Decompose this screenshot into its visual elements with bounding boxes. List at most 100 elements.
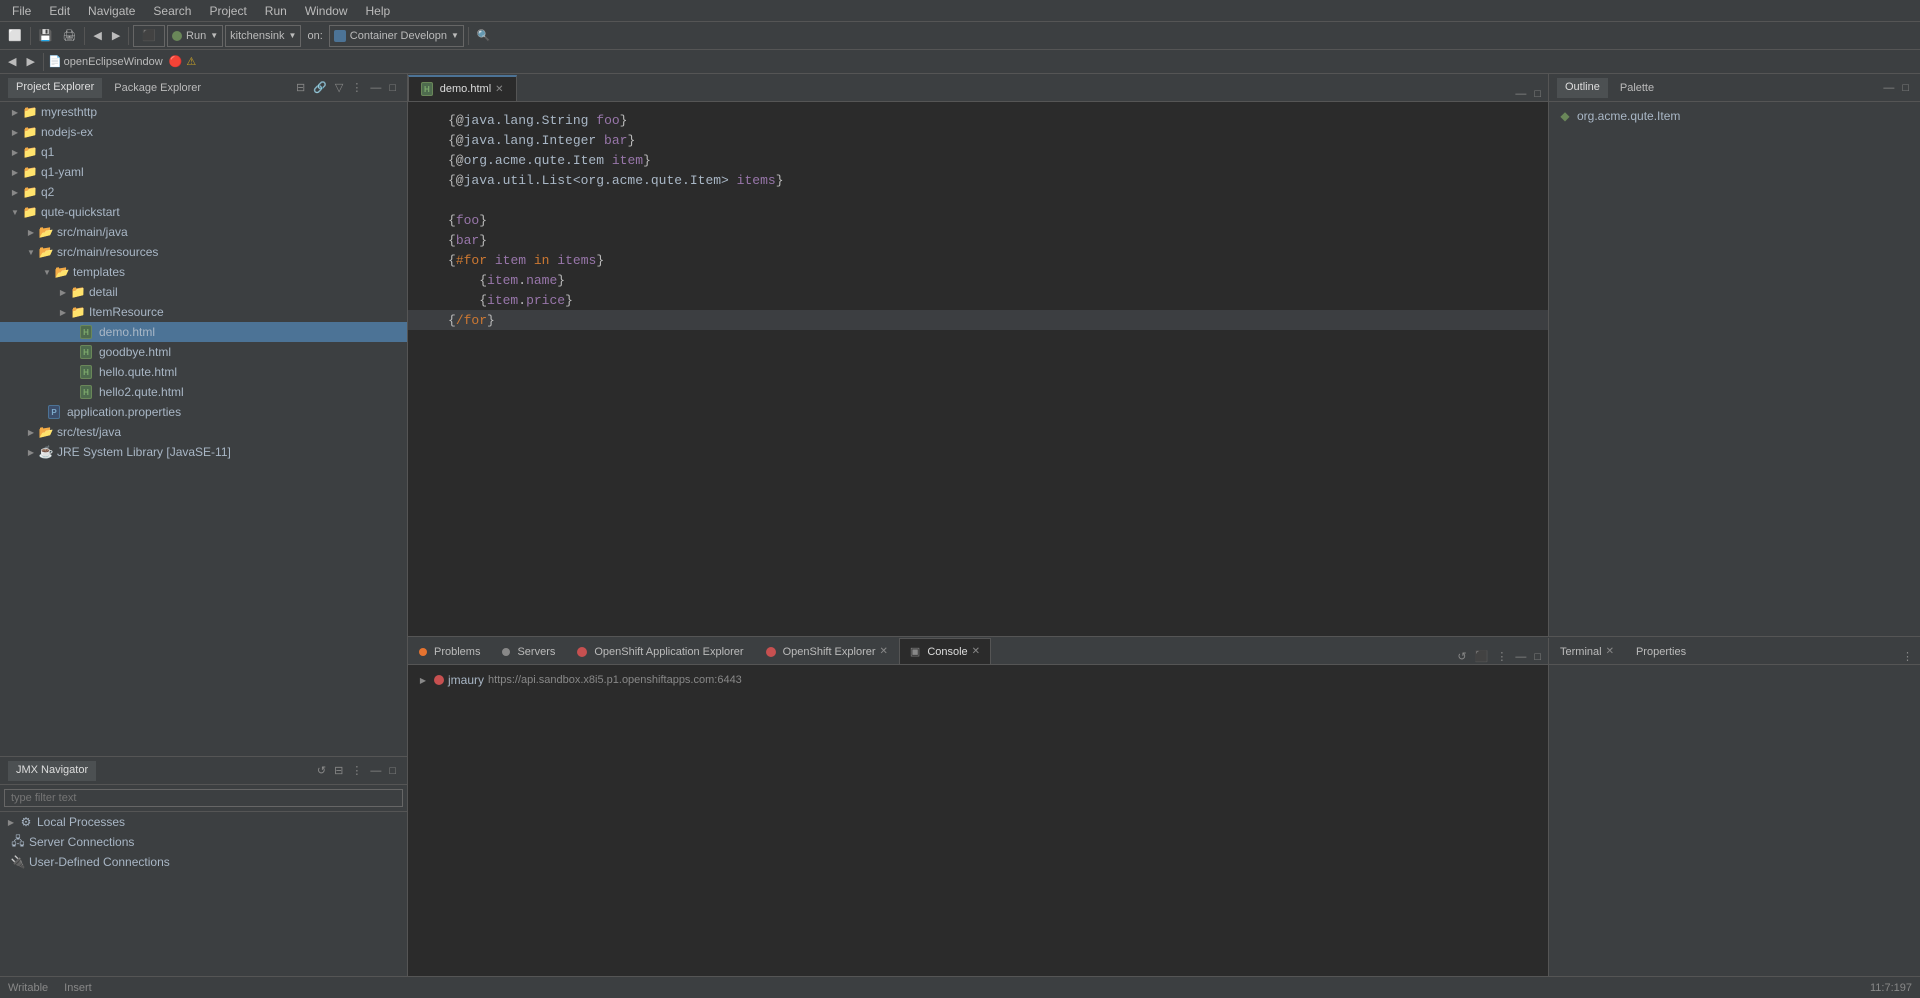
container-combo[interactable]: Container Developn ▼ — [329, 25, 464, 47]
tab-jmx-navigator[interactable]: JMX Navigator — [8, 761, 96, 781]
class-icon: ◆ — [1557, 108, 1573, 124]
bottom-maximize-btn[interactable]: □ — [1531, 650, 1544, 664]
filter-btn[interactable]: ▽ — [332, 80, 346, 95]
jmx-filter-input[interactable] — [4, 789, 403, 807]
code-line-8: {#for item in items} — [408, 250, 1548, 270]
menu-file[interactable]: File — [4, 2, 39, 20]
arrow-jre — [24, 447, 38, 457]
menu-help[interactable]: Help — [358, 2, 399, 20]
tab-demo-html[interactable]: H demo.html ✕ — [408, 75, 517, 101]
outline-item-class[interactable]: ◆ org.acme.qute.Item — [1549, 106, 1920, 126]
tree-item-app-properties[interactable]: P application.properties — [0, 402, 407, 422]
code-line-9: {item.name} — [408, 270, 1548, 290]
folder-icon-q2: 📁 — [22, 184, 38, 200]
terminal-icons-btn[interactable]: ⋮ — [1899, 649, 1916, 664]
console-item-jmaury[interactable]: jmaury https://api.sandbox.x8i5.p1.opens… — [408, 669, 1548, 691]
bottom-stop-btn[interactable]: ⬛ — [1472, 649, 1492, 664]
run-indicator — [172, 31, 182, 41]
editor-code-area[interactable]: {@java.lang.String foo} {@java.lang.Inte… — [408, 102, 1548, 636]
code-text-9: {item.name} — [448, 273, 565, 288]
tree-item-q1[interactable]: 📁 q1 — [0, 142, 407, 162]
openshift-tab-close[interactable]: ✕ — [880, 646, 888, 657]
bottom-more-btn[interactable]: ⋮ — [1493, 649, 1510, 664]
tree-item-goodbye-html[interactable]: H goodbye.html — [0, 342, 407, 362]
tree-item-qute[interactable]: 📁 qute-quickstart — [0, 202, 407, 222]
nav-back-btn[interactable]: ◀ — [4, 51, 20, 73]
arrow-src-test-java — [24, 427, 38, 437]
tree-item-nodejs[interactable]: 📁 nodejs-ex — [0, 122, 407, 142]
jmx-item-user-defined[interactable]: 🔌 User-Defined Connections — [0, 852, 407, 872]
html-icon-demo: H — [78, 324, 94, 340]
tab-package-explorer[interactable]: Package Explorer — [106, 79, 209, 97]
chevron-down-icon: ▼ — [210, 31, 218, 40]
menu-edit[interactable]: Edit — [41, 2, 78, 20]
tree-item-hello2-qute-html[interactable]: H hello2.qute.html — [0, 382, 407, 402]
menu-project[interactable]: Project — [201, 2, 254, 20]
toolbar-sep-1 — [30, 27, 31, 45]
jmx-item-server-connections[interactable]: 🖧 Server Connections — [0, 832, 407, 852]
menu-search[interactable]: Search — [145, 2, 199, 20]
tree-item-demo-html[interactable]: H demo.html — [0, 322, 407, 342]
run-config-combo[interactable]: Run ▼ — [167, 25, 223, 47]
tree-item-q1yaml[interactable]: 📁 q1-yaml — [0, 162, 407, 182]
tab-console[interactable]: ▣ Console ✕ — [899, 638, 991, 664]
outline-maximize-btn[interactable]: □ — [1899, 81, 1912, 95]
tree-item-templates[interactable]: 📂 templates — [0, 262, 407, 282]
toolbar-fwd-btn[interactable]: ▶ — [108, 25, 124, 47]
maximize-btn[interactable]: □ — [386, 80, 399, 95]
tab-properties[interactable]: Properties — [1625, 638, 1697, 664]
tree-item-detail[interactable]: 📁 detail — [0, 282, 407, 302]
menu-navigate[interactable]: Navigate — [80, 2, 143, 20]
jmx-minimize-btn[interactable]: — — [367, 763, 384, 778]
toolbar-back-btn[interactable]: ◀ — [89, 25, 105, 47]
tree-item-src-test-java[interactable]: 📂 src/test/java — [0, 422, 407, 442]
tree-item-src-main-java[interactable]: 📂 src/main/java — [0, 222, 407, 242]
tab-outline[interactable]: Outline — [1557, 78, 1608, 98]
toolbar-save-btn[interactable]: 💾 — [35, 25, 57, 47]
jmx-item-local-processes[interactable]: ⚙ Local Processes — [0, 812, 407, 832]
tree-item-myresthttp[interactable]: 📁 myresthttp — [0, 102, 407, 122]
tree-item-hello-qute-html[interactable]: H hello.qute.html — [0, 362, 407, 382]
editor-maximize-btn[interactable]: □ — [1531, 87, 1544, 101]
jmx-view-menu-btn[interactable]: ⋮ — [348, 763, 365, 778]
code-line-7: {bar} — [408, 230, 1548, 250]
folder-icon-qute: 📁 — [22, 204, 38, 220]
tab-project-explorer[interactable]: Project Explorer — [8, 78, 102, 98]
bottom-refresh-btn[interactable]: ↺ — [1454, 649, 1469, 664]
view-menu-btn[interactable]: ⋮ — [348, 80, 365, 95]
bottom-minimize-btn[interactable]: — — [1512, 650, 1529, 664]
tree-item-src-main-resources[interactable]: 📂 src/main/resources — [0, 242, 407, 262]
tree-item-jre[interactable]: ☕ JRE System Library [JavaSE-11] — [0, 442, 407, 462]
editor-outline-row: H demo.html ✕ — □ — [408, 74, 1920, 636]
tab-problems[interactable]: Problems — [408, 638, 491, 664]
arrow-q1yaml — [8, 167, 22, 177]
tab-close-demo[interactable]: ✕ — [495, 84, 503, 95]
toolbar-new-btn[interactable]: ⬜ — [4, 25, 26, 47]
outline-minimize-btn[interactable]: — — [1880, 81, 1897, 95]
tab-openshift-app-explorer[interactable]: OpenShift Application Explorer — [566, 638, 754, 664]
minimize-btn[interactable]: — — [367, 80, 384, 95]
nav-fwd-btn[interactable]: ▶ — [22, 51, 38, 73]
code-text-7: {bar} — [448, 233, 487, 248]
jmx-refresh-btn[interactable]: ↺ — [314, 763, 329, 778]
tab-terminal[interactable]: Terminal ✕ — [1549, 638, 1625, 664]
tree-item-itemresource[interactable]: 📁 ItemResource — [0, 302, 407, 322]
console-tab-close[interactable]: ✕ — [972, 646, 980, 657]
app-name-combo[interactable]: kitchensink ▼ — [225, 25, 301, 47]
toolbar-print-btn[interactable]: 🖨 — [58, 25, 80, 47]
editor-minimize-btn[interactable]: — — [1512, 87, 1529, 101]
run-stop-btn[interactable]: ⬛ — [133, 25, 165, 47]
menu-window[interactable]: Window — [297, 2, 356, 20]
tab-servers[interactable]: Servers — [491, 638, 566, 664]
tab-palette[interactable]: Palette — [1612, 79, 1662, 97]
terminal-tab-close[interactable]: ✕ — [1606, 646, 1614, 657]
tree-item-q2[interactable]: 📁 q2 — [0, 182, 407, 202]
menu-run[interactable]: Run — [257, 2, 295, 20]
status-bar: Writable Insert 11:7:197 — [0, 976, 1920, 998]
collapse-all-btn[interactable]: ⊟ — [293, 80, 308, 95]
link-editor-btn[interactable]: 🔗 — [310, 80, 330, 95]
jmx-collapse-btn[interactable]: ⊟ — [331, 763, 346, 778]
tab-openshift-explorer[interactable]: OpenShift Explorer ✕ — [755, 638, 899, 664]
toolbar-search-btn[interactable]: 🔍 — [473, 25, 495, 47]
jmx-maximize-btn[interactable]: □ — [386, 763, 399, 778]
